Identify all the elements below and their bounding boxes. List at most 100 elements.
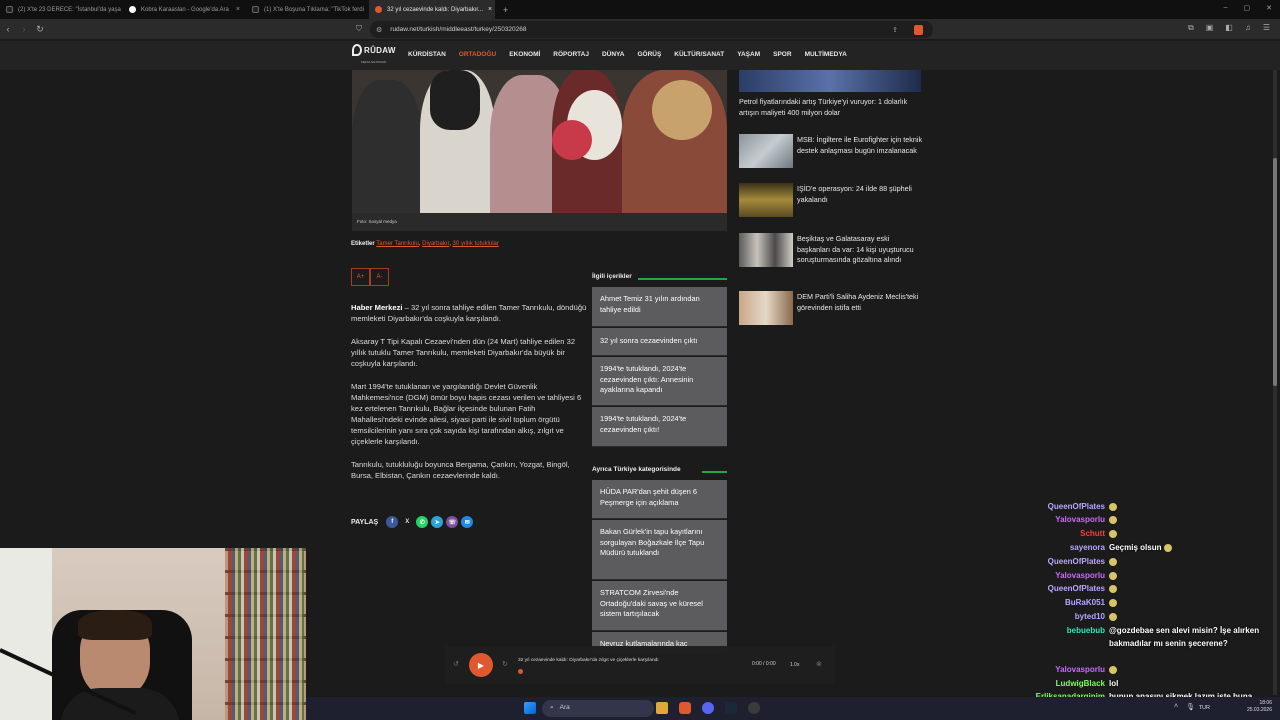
stream-chat: QueenOfPlates Yalovasporlu Schutt sayeno… xyxy=(960,500,1280,718)
windows-start-icon[interactable] xyxy=(524,702,536,714)
url-field[interactable]: ⚙ rudaw.net/turkish/middleeast/turkey/25… xyxy=(370,21,933,38)
playback-speed-button[interactable]: 1.0x xyxy=(790,662,799,668)
browser-tab[interactable]: Kobra Karaaslan - Google'da Ara × xyxy=(123,0,246,19)
window-controls: – ▢ ✕ xyxy=(1224,4,1272,12)
emote-icon xyxy=(1109,529,1117,538)
windows-taskbar: ⌕ Ara ˄ 🎙 TUR 18:06 25.03.2026 xyxy=(306,697,1280,720)
minimize-icon[interactable]: – xyxy=(1224,4,1228,12)
whatsapp-icon[interactable]: ✆ xyxy=(416,516,429,528)
browser-tab[interactable]: (1) X'te Boşuna Tıklama: "TikTok ferdi× xyxy=(246,0,369,19)
chat-username: LudwigBlack xyxy=(1055,679,1105,688)
chevron-up-icon[interactable]: ˄ xyxy=(1174,703,1178,711)
discord-icon[interactable] xyxy=(702,702,714,714)
taskbar-search[interactable]: ⌕ Ara xyxy=(542,700,654,717)
chat-text-body: Geçmiş olsun xyxy=(1109,543,1162,552)
back-icon[interactable]: ‹ xyxy=(0,24,16,34)
clock-date: 25.03.2026 xyxy=(1246,707,1272,713)
viber-icon[interactable]: ☏ xyxy=(446,516,459,528)
menu-item-kurdistan[interactable]: KÜRDİSTAN xyxy=(408,51,446,58)
chat-username: Yalovasporlu xyxy=(1055,571,1105,580)
reload-icon[interactable]: ↻ xyxy=(32,24,48,35)
site-header: RÛDAW MEDIA NETWORK KÜRDİSTAN ORTADOĞU E… xyxy=(0,41,1280,70)
extensions-icon[interactable]: ⧉ xyxy=(1188,23,1194,33)
play-icon: ▶ xyxy=(477,660,485,670)
chat-username: Yalovasporlu xyxy=(1055,665,1105,674)
progress-handle[interactable] xyxy=(518,669,523,674)
menu-item-ekonomi[interactable]: EKONOMİ xyxy=(509,51,540,58)
scrollbar-thumb[interactable] xyxy=(1273,158,1277,386)
sidebar-news-item[interactable]: Beşiktaş ve Galatasaray eski başkanları … xyxy=(739,233,924,267)
menu-icon[interactable]: ☰ xyxy=(1263,23,1270,33)
related-item[interactable]: 1994'te tutuklandı, 2024'te cezaevinden … xyxy=(592,407,727,447)
messenger-icon[interactable]: ✉ xyxy=(461,516,474,528)
wallet-icon[interactable]: ◧ xyxy=(1225,23,1233,33)
sidebar-news-item[interactable]: MSB: İngiltere ile Eurofighter için tekn… xyxy=(739,134,924,168)
telegram-icon[interactable]: ➤ xyxy=(431,516,444,528)
menu-item-yasam[interactable]: YAŞAM xyxy=(737,51,760,58)
menu-item-roportaj[interactable]: RÖPORTAJ xyxy=(553,51,589,58)
steam-icon[interactable] xyxy=(725,702,737,714)
obs-icon[interactable] xyxy=(748,702,760,714)
sidebar-icon[interactable]: ▣ xyxy=(1206,23,1214,33)
category-item[interactable]: STRATCOM Zirvesi'nde Ortadoğu'daki savaş… xyxy=(592,581,727,631)
language-indicator[interactable]: TUR xyxy=(1199,705,1210,711)
forward-icon[interactable]: ↻ xyxy=(502,660,508,668)
maximize-icon[interactable]: ▢ xyxy=(1244,4,1251,12)
clock[interactable]: 18:06 25.03.2026 xyxy=(1247,700,1272,714)
menu-item-spor[interactable]: SPOR xyxy=(773,51,791,58)
dateline: Haber Merkezi xyxy=(351,303,403,312)
site-logo[interactable]: RÛDAW xyxy=(352,44,396,56)
sidebar-news-item[interactable]: DEM Parti'li Saliha Aydeniz Meclis'teki … xyxy=(739,291,924,325)
article-body: Haber Merkezi – 32 yıl sonra tahliye edi… xyxy=(351,302,587,493)
news-thumbnail xyxy=(739,134,793,168)
facebook-icon[interactable]: f xyxy=(386,516,399,528)
browser-tab[interactable]: (2) X'te 23 DERECE: "İstanbul'da yaşa× xyxy=(0,0,123,19)
microphone-icon[interactable]: 🎙 xyxy=(1186,703,1195,711)
x-icon[interactable]: X xyxy=(401,516,414,528)
webcam-books xyxy=(228,548,304,720)
menu-item-dunya[interactable]: DÜNYA xyxy=(602,51,625,58)
brave-shield-icon[interactable] xyxy=(914,24,923,35)
close-icon[interactable]: × xyxy=(236,6,240,13)
file-explorer-icon[interactable] xyxy=(656,702,668,714)
menu-item-multimedya[interactable]: MULTİMEDYA xyxy=(805,51,847,58)
site-info-icon[interactable]: ⚙ xyxy=(376,26,382,34)
tag-link[interactable]: 30 yıllık tutuklular xyxy=(453,241,499,247)
font-decrease-button[interactable]: A- xyxy=(370,268,389,286)
tab-title: (2) X'te 23 DERECE: "İstanbul'da yaşa xyxy=(18,6,121,13)
tag-link[interactable]: Tamer Tanrıkulu xyxy=(376,241,419,247)
brave-browser-icon[interactable] xyxy=(679,702,691,714)
menu-item-ortadogu[interactable]: ORTADOĞU xyxy=(459,51,496,58)
chat-text xyxy=(1109,527,1274,540)
emote-icon xyxy=(1109,665,1117,674)
related-item[interactable]: 1994'te tutuklandı, 2024'te cezaevinden … xyxy=(592,357,727,406)
category-item[interactable]: HÜDA PAR'dan şehit düşen 6 Peşmerge için… xyxy=(592,480,727,519)
tab-title: 32 yıl cezaevinde kaldı: Diyarbakır... xyxy=(387,6,484,13)
sidebar-top-image[interactable] xyxy=(739,70,921,92)
media-icon[interactable]: ♫ xyxy=(1245,23,1251,33)
menu-item-kultur-sanat[interactable]: KÜLTÜR/SANAT xyxy=(674,51,724,58)
rewind-icon[interactable]: ↺ xyxy=(453,660,459,668)
category-item[interactable]: Bakan Gürlek'in tapu kayıtlarını sorgula… xyxy=(592,520,727,580)
chat-text xyxy=(1109,596,1274,609)
related-item[interactable]: 32 yıl sonra cezaevinden çıktı xyxy=(592,328,727,356)
emote-icon xyxy=(1163,543,1172,552)
play-button[interactable]: ▶ xyxy=(469,653,493,677)
font-increase-button[interactable]: A+ xyxy=(351,268,370,286)
photo-caption: Foto: Sosyal medya xyxy=(352,213,727,231)
related-item[interactable]: Ahmet Temiz 31 yılın ardından tahliye ed… xyxy=(592,287,727,327)
new-tab-icon[interactable]: + xyxy=(503,5,508,15)
chat-text: Geçmiş olsun xyxy=(1109,541,1274,554)
close-window-icon[interactable]: ✕ xyxy=(1266,4,1272,12)
tag-link[interactable]: Diyarbakır xyxy=(422,241,449,247)
share-page-icon[interactable]: ⇪ xyxy=(892,26,898,34)
close-player-icon[interactable]: ⊗ xyxy=(816,660,822,668)
sidebar-top-title[interactable]: Petrol fiyatlarındaki artış Türkiye'yi v… xyxy=(739,97,921,118)
menu-item-gorus[interactable]: GÖRÜŞ xyxy=(637,51,661,58)
browser-tab-active[interactable]: 32 yıl cezaevinde kaldı: Diyarbakır... × xyxy=(369,0,495,19)
bookmark-icon[interactable]: ⛉ xyxy=(356,24,362,34)
browser-tab-bar: (2) X'te 23 DERECE: "İstanbul'da yaşa× K… xyxy=(0,0,1280,19)
sidebar-news-item[interactable]: IŞİD'e operasyon: 24 ilde 88 şüpheli yak… xyxy=(739,183,924,217)
forward-icon[interactable]: › xyxy=(16,24,32,34)
close-icon[interactable]: × xyxy=(488,6,492,13)
